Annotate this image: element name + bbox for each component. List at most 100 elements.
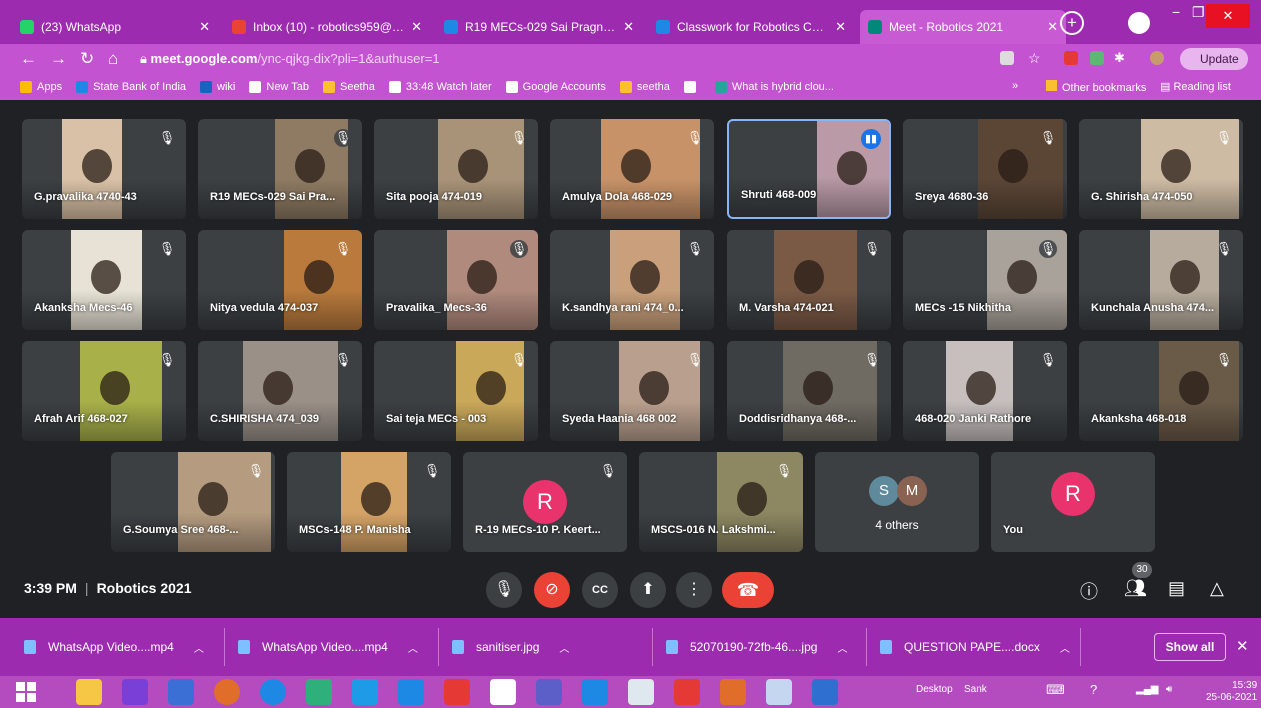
taskbar-app-icon[interactable] <box>76 679 102 705</box>
bookmark-star-icon[interactable]: ☆ <box>1028 50 1041 67</box>
participant-tile[interactable]: Pravalika_ Mecs-36 🎙︎ <box>374 230 538 330</box>
meeting-details-icon[interactable]: ⓘ <box>1080 578 1098 604</box>
participant-tile[interactable]: G.Soumya Sree 468-... 🎙︎ <box>111 452 275 552</box>
self-tile[interactable]: R You <box>991 452 1155 552</box>
help-icon[interactable]: ? <box>1090 682 1097 697</box>
participant-tile[interactable]: R R-19 MECs-10 P. Keert... 🎙︎ <box>463 452 627 552</box>
bookmark-item[interactable]: Apps <box>20 81 62 93</box>
taskbar-app-icon[interactable] <box>536 679 562 705</box>
new-tab-button[interactable]: + <box>1060 11 1084 35</box>
bookmarks-overflow-button[interactable]: » <box>1012 80 1018 92</box>
bookmark-item[interactable] <box>683 81 701 93</box>
taskbar-app-icon[interactable] <box>260 679 286 705</box>
window-close-button[interactable]: ✕ <box>1206 4 1250 28</box>
forward-arrow-icon[interactable]: → <box>50 49 67 69</box>
taskbar-app-icon[interactable] <box>674 679 700 705</box>
more-options-button[interactable]: ⋮ <box>676 572 712 608</box>
bookmark-item[interactable]: State Bank of India <box>76 81 186 93</box>
bookmark-item[interactable]: wiki <box>200 81 235 93</box>
download-item[interactable]: QUESTION PAPE....docx ︿ <box>880 634 1070 660</box>
chevron-up-icon[interactable]: ︿ <box>559 640 569 655</box>
taskbar-clock[interactable]: 15:39 25-06-2021 <box>1206 680 1257 704</box>
bookmark-item[interactable]: Google Accounts <box>505 81 606 93</box>
profile-icon[interactable] <box>1150 51 1164 65</box>
participant-tile[interactable]: Kunchala Anusha 474... 🎙︎ <box>1079 230 1243 330</box>
bookmark-item[interactable]: What is hybrid clou... <box>714 81 834 93</box>
chevron-up-icon[interactable]: ︿ <box>408 640 418 655</box>
activities-icon[interactable]: △ <box>1210 578 1224 599</box>
tab-close-icon[interactable]: ✕ <box>835 19 846 35</box>
start-button[interactable] <box>16 682 36 702</box>
network-icon[interactable]: ▂▄▆ <box>1136 684 1158 695</box>
taskbar-app-icon[interactable] <box>122 679 148 705</box>
participant-tile[interactable]: Akanksha 468-018 🎙︎ <box>1079 341 1243 441</box>
tab-close-icon[interactable]: ✕ <box>623 19 634 35</box>
bookmark-item[interactable]: seetha <box>619 81 670 93</box>
participant-tile[interactable]: Akanksha Mecs-46 🎙︎ <box>22 230 186 330</box>
participant-tile[interactable]: Nitya vedula 474-037 🎙︎ <box>198 230 362 330</box>
taskbar-app-icon[interactable] <box>766 679 792 705</box>
taskbar-app-icon[interactable] <box>168 679 194 705</box>
tab-close-icon[interactable]: ✕ <box>411 19 422 35</box>
reading-list[interactable]: ▤ Reading list <box>1160 80 1231 93</box>
participant-tile[interactable]: Afrah Arif 468-027 🎙︎ <box>22 341 186 441</box>
participant-tile[interactable]: Syeda Haania 468 002 🎙︎ <box>550 341 714 441</box>
taskbar-app-icon[interactable] <box>812 679 838 705</box>
camera-off-button[interactable]: ⊘ <box>534 572 570 608</box>
back-arrow-icon[interactable]: ← <box>20 49 37 69</box>
camera-in-use-icon[interactable] <box>1000 51 1014 65</box>
people-icon[interactable]: 👥︎ <box>1124 578 1147 599</box>
participant-tile[interactable]: Sita pooja 474-019 🎙︎ <box>374 119 538 219</box>
chat-icon[interactable]: ▤ <box>1168 578 1185 599</box>
bookmark-item[interactable]: Seetha <box>322 81 375 93</box>
browser-tab[interactable]: Inbox (10) - robotics959@gmail.com ✕ <box>224 10 430 44</box>
bookmark-item[interactable]: New Tab <box>249 81 309 93</box>
participant-tile[interactable]: Sai teja MECs - 003 🎙︎ <box>374 341 538 441</box>
extensions-puzzle-icon[interactable]: ✱ <box>1114 50 1125 66</box>
chevron-up-icon[interactable]: ︿ <box>837 640 847 655</box>
others-tile[interactable]: SM 4 others <box>815 452 979 552</box>
download-item[interactable]: 52070190-72fb-46....jpg ︿ <box>666 634 847 660</box>
reload-icon[interactable]: ↻ <box>80 49 94 69</box>
taskbar-app-icon[interactable] <box>490 679 516 705</box>
browser-tab[interactable]: Classwork for Robotics COC P ✕ <box>648 10 854 44</box>
microphone-button[interactable]: 🎙︎ <box>486 572 522 608</box>
taskbar-app-icon[interactable] <box>582 679 608 705</box>
participant-tile[interactable]: 468-020 Janki Rathore 🎙︎ <box>903 341 1067 441</box>
volume-icon[interactable]: 🔊︎ <box>1166 684 1172 695</box>
participant-tile[interactable]: R19 MECs-029 Sai Pra... 🎙︎ <box>198 119 362 219</box>
participant-tile[interactable]: Sreya 4680-36 🎙︎ <box>903 119 1067 219</box>
keyboard-icon[interactable]: ⌨ <box>1046 682 1065 698</box>
sank-toolbar[interactable]: Sank <box>964 684 987 695</box>
tab-close-icon[interactable]: ✕ <box>1047 19 1058 35</box>
extension-pdf-icon[interactable] <box>1064 51 1078 65</box>
update-button[interactable]: Update <box>1180 48 1248 70</box>
participant-tile[interactable]: Doddisridhanya 468-... 🎙︎ <box>727 341 891 441</box>
taskbar-app-icon[interactable] <box>214 679 240 705</box>
captions-button[interactable]: CC <box>582 572 618 608</box>
participant-tile[interactable]: MSCs-148 P. Manisha 🎙︎ <box>287 452 451 552</box>
home-icon[interactable]: ⌂ <box>108 49 118 69</box>
desktop-toolbar[interactable]: Desktop <box>916 684 953 695</box>
present-screen-button[interactable]: ⬆︎ <box>630 572 666 608</box>
participant-tile[interactable]: Shruti 468-009 ▮▮ <box>727 119 891 219</box>
close-downloads-icon[interactable]: ✕ <box>1236 637 1249 655</box>
download-item[interactable]: sanitiser.jpg ︿ <box>452 634 569 660</box>
download-item[interactable]: WhatsApp Video....mp4 ︿ <box>24 634 204 660</box>
maximize-button[interactable]: ❐ <box>1192 4 1205 21</box>
minimize-button[interactable]: − <box>1172 4 1180 20</box>
browser-tab[interactable]: (23) WhatsApp ✕ <box>12 10 218 44</box>
participant-tile[interactable]: C.SHIRISHA 474_039 🎙︎ <box>198 341 362 441</box>
download-item[interactable]: WhatsApp Video....mp4 ︿ <box>238 634 418 660</box>
taskbar-app-icon[interactable] <box>628 679 654 705</box>
show-all-downloads-button[interactable]: Show all <box>1154 633 1226 661</box>
participant-tile[interactable]: Amulya Dola 468-029 🎙︎ <box>550 119 714 219</box>
taskbar-app-icon[interactable] <box>398 679 424 705</box>
participant-tile[interactable]: MSCS-016 N. Lakshmi... 🎙︎ <box>639 452 803 552</box>
taskbar-app-icon[interactable] <box>352 679 378 705</box>
taskbar-app-icon[interactable] <box>444 679 470 705</box>
extension-icon[interactable] <box>1090 51 1104 65</box>
tab-close-icon[interactable]: ✕ <box>199 19 210 35</box>
address-bar[interactable]: 🔒︎ meet.google.com/ync-qjkg-dix?pli=1&au… <box>140 48 1000 70</box>
participant-tile[interactable]: G. Shirisha 474-050 🎙︎ <box>1079 119 1243 219</box>
